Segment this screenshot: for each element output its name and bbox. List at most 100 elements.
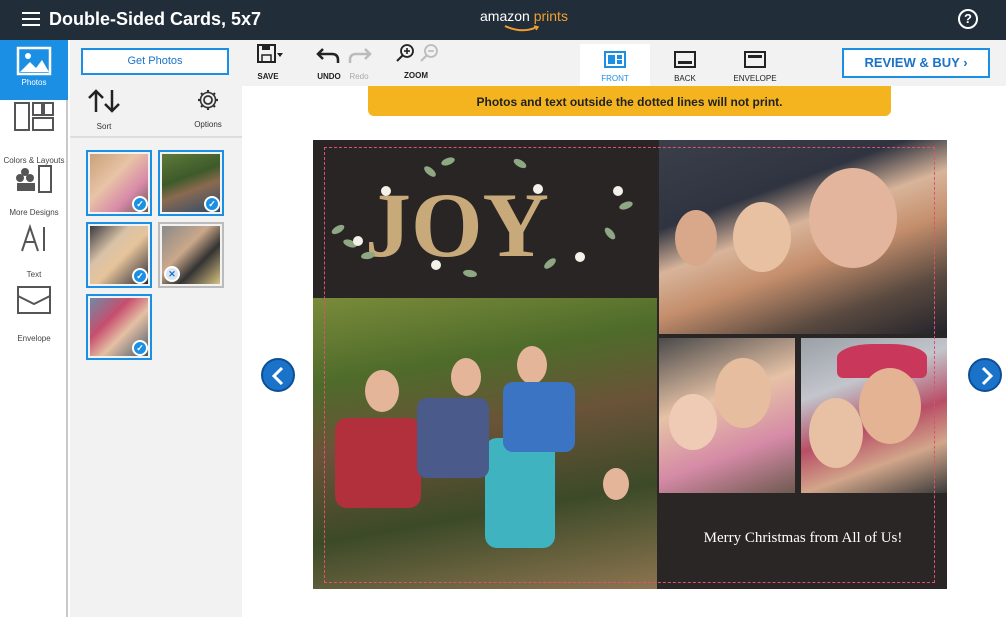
rail-item-text[interactable]: Text: [0, 224, 68, 282]
options-button[interactable]: Options: [188, 88, 228, 129]
help-button[interactable]: ?: [958, 9, 978, 29]
selected-check-icon: ✓: [132, 196, 148, 212]
front-side-icon: [604, 51, 626, 68]
get-photos-button[interactable]: Get Photos: [81, 48, 229, 75]
tab-label: BACK: [674, 74, 696, 83]
rail-label: Envelope: [17, 334, 51, 343]
red-hoodie-shape: [335, 418, 421, 508]
rail-label: Text: [26, 270, 42, 279]
card-preview[interactable]: JOY Merry Christmas from All of Us!: [313, 140, 947, 589]
leaf-decoration: [512, 156, 528, 171]
sort-button[interactable]: Sort: [86, 88, 122, 131]
face-shape: [517, 346, 547, 384]
zoom-label: ZOOM: [404, 71, 428, 80]
zoom-in-icon[interactable]: [392, 42, 418, 66]
zoom-out-icon[interactable]: [418, 42, 444, 66]
gear-icon: [198, 90, 218, 110]
face-shape: [675, 210, 717, 266]
remove-icon[interactable]: ✕: [164, 266, 180, 282]
top-bar: Double-Sided Cards, 5x7 amazon prints ?: [0, 0, 1006, 40]
rail-item-designs[interactable]: More Designs: [0, 164, 68, 218]
print-warning-banner: Photos and text outside the dotted lines…: [368, 86, 891, 116]
envelope-icon: [17, 286, 51, 314]
tab-label: FRONT: [601, 74, 629, 83]
options-label: Options: [194, 120, 222, 129]
rail-item-photos[interactable]: Photos: [0, 40, 68, 100]
teal-jacket-shape: [485, 438, 555, 548]
greeting-text[interactable]: Merry Christmas from All of Us!: [659, 496, 947, 589]
selected-check-icon: ✓: [204, 196, 220, 212]
face-shape: [669, 394, 717, 450]
face-shape: [365, 370, 399, 412]
flower-decoration: [533, 184, 543, 194]
rail-item-layouts[interactable]: Colors & Layouts: [0, 102, 68, 165]
chevron-right-icon: [981, 366, 994, 386]
rail-item-envelope[interactable]: Envelope: [0, 284, 68, 343]
envelope-icon: [744, 51, 766, 68]
photo-slot-baby[interactable]: [659, 338, 795, 493]
flower-decoration: [575, 252, 585, 262]
flower-decoration: [353, 236, 363, 246]
back-side-icon: [674, 51, 696, 68]
photo-thumbnail[interactable]: ✓: [86, 294, 152, 360]
designs-icon: [16, 165, 52, 193]
toolbar: SAVE UNDO Redo ZOOM FRONT BACK ENVELOPE …: [242, 40, 1006, 86]
tab-envelope[interactable]: ENVELOPE: [720, 44, 790, 86]
sort-icon: [88, 89, 120, 113]
flower-decoration: [613, 186, 623, 196]
face-shape: [809, 398, 863, 468]
sort-label: Sort: [96, 122, 112, 131]
save-button[interactable]: SAVE: [252, 43, 284, 81]
amazon-prints-logo: amazon prints: [480, 8, 568, 24]
selected-check-icon: ✓: [132, 340, 148, 356]
tab-label: ENVELOPE: [733, 74, 777, 83]
leaf-decoration: [330, 222, 346, 237]
redo-button[interactable]: Redo: [344, 43, 374, 81]
face-shape: [859, 368, 921, 444]
logo-smile-icon: [504, 25, 540, 32]
face-shape: [451, 358, 481, 396]
photo-slot-group-selfie[interactable]: [659, 140, 947, 334]
save-icon: [257, 44, 283, 63]
redo-label: Redo: [349, 72, 369, 81]
review-buy-button[interactable]: REVIEW & BUY ›: [842, 48, 990, 78]
flower-decoration: [431, 260, 441, 270]
undo-button[interactable]: UNDO: [314, 43, 344, 81]
save-label: SAVE: [257, 72, 279, 81]
photo-thumbnail[interactable]: ✓: [86, 150, 152, 216]
panel-divider: [70, 136, 242, 138]
tab-front[interactable]: FRONT: [580, 44, 650, 86]
rail-label: Photos: [21, 78, 47, 87]
rail-label: More Designs: [9, 208, 59, 217]
face-shape: [603, 468, 629, 500]
photos-panel: Get Photos Sort Options ✓ ✓ ✓ ✕ ✓: [70, 40, 242, 617]
photo-slot-family-forest[interactable]: [313, 298, 657, 589]
joy-headline: JOY: [365, 174, 549, 276]
left-rail: Photos Colors & Layouts More Designs Tex…: [0, 40, 68, 617]
selected-check-icon: ✓: [132, 268, 148, 284]
next-button[interactable]: [968, 358, 1002, 392]
undo-label: UNDO: [317, 72, 341, 81]
page-title: Double-Sided Cards, 5x7: [49, 9, 262, 29]
redo-icon: [348, 48, 372, 63]
leaf-decoration: [618, 199, 634, 212]
text-icon: [21, 224, 45, 252]
chevron-left-icon: [271, 366, 284, 386]
photo-thumbnail[interactable]: ✕: [158, 222, 224, 288]
joy-banner[interactable]: JOY: [313, 140, 657, 298]
zoom-control[interactable]: ZOOM: [390, 42, 446, 80]
leaf-decoration: [440, 155, 456, 168]
face-shape: [733, 202, 791, 272]
photo-slot-couple[interactable]: [801, 338, 947, 493]
photo-thumbnail[interactable]: ✓: [158, 150, 224, 216]
menu-icon[interactable]: [22, 12, 40, 26]
undo-icon: [316, 48, 340, 63]
face-shape: [715, 358, 771, 428]
previous-button[interactable]: [261, 358, 295, 392]
photo-thumbnail[interactable]: ✓: [86, 222, 152, 288]
blue-shirt-shape: [503, 382, 575, 452]
tab-back[interactable]: BACK: [650, 44, 720, 86]
plaid-shirt-shape: [417, 398, 489, 478]
chevron-right-icon: ›: [963, 55, 968, 70]
layouts-icon: [14, 102, 54, 131]
